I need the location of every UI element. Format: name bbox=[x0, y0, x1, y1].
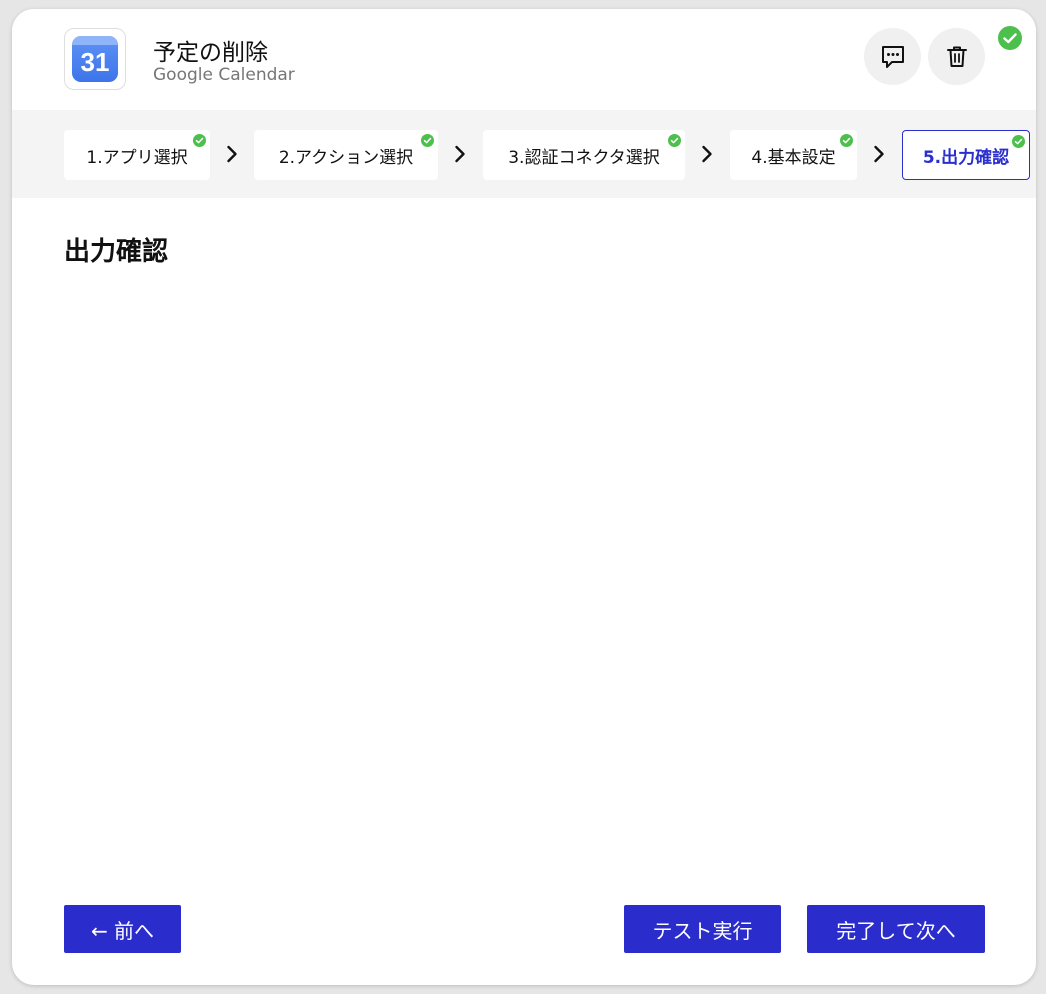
chevron-right-icon bbox=[874, 145, 884, 163]
app-icon-frame: 31 bbox=[64, 28, 126, 90]
delete-button[interactable] bbox=[928, 28, 985, 85]
section-title: 出力確認 bbox=[64, 237, 169, 267]
check-circle-icon bbox=[421, 134, 434, 147]
step-4-basic-settings[interactable]: 4.基本設定 bbox=[730, 130, 857, 180]
chevron-right-icon bbox=[702, 145, 712, 163]
app-name: Google Calendar bbox=[153, 65, 295, 85]
step-label: 4.基本設定 bbox=[751, 147, 836, 168]
complete-next-button[interactable]: 完了して次へ bbox=[807, 905, 985, 953]
card-header: 31 予定の削除 Google Calendar bbox=[12, 9, 1036, 110]
check-circle-icon bbox=[193, 134, 206, 147]
step-5-output-confirm[interactable]: 5.出力確認 bbox=[902, 130, 1030, 180]
check-circle-icon bbox=[1012, 135, 1025, 148]
check-circle-icon bbox=[998, 26, 1022, 50]
trash-icon bbox=[946, 46, 967, 67]
back-button[interactable]: ← 前へ bbox=[64, 905, 181, 953]
check-circle-icon bbox=[840, 134, 853, 147]
chevron-right-icon bbox=[227, 145, 237, 163]
page-title: 予定の削除 bbox=[153, 40, 268, 66]
step-label: 1.アプリ選択 bbox=[86, 147, 188, 168]
step-1-app-select[interactable]: 1.アプリ選択 bbox=[64, 130, 210, 180]
comment-icon bbox=[881, 45, 904, 68]
step-3-connector-select[interactable]: 3.認証コネクタ選択 bbox=[483, 130, 685, 180]
app-icon-text: 31 bbox=[80, 47, 110, 77]
step-navigation: 1.アプリ選択 2.アクション選択 3.認証コネクタ選択 4.基本設定 5.出力… bbox=[12, 110, 1036, 198]
step-label: 2.アクション選択 bbox=[278, 147, 414, 168]
step-label: 5.出力確認 bbox=[922, 147, 1010, 168]
google-calendar-icon: 31 bbox=[72, 36, 118, 82]
step-label: 3.認証コネクタ選択 bbox=[508, 147, 660, 168]
workflow-step-card: 31 予定の削除 Google Calendar 1.アプリ選択 2.アクション… bbox=[12, 9, 1036, 985]
comment-button[interactable] bbox=[864, 28, 921, 85]
chevron-right-icon bbox=[455, 145, 465, 163]
test-run-button[interactable]: テスト実行 bbox=[624, 905, 781, 953]
check-circle-icon bbox=[668, 134, 681, 147]
step-2-action-select[interactable]: 2.アクション選択 bbox=[254, 130, 438, 180]
